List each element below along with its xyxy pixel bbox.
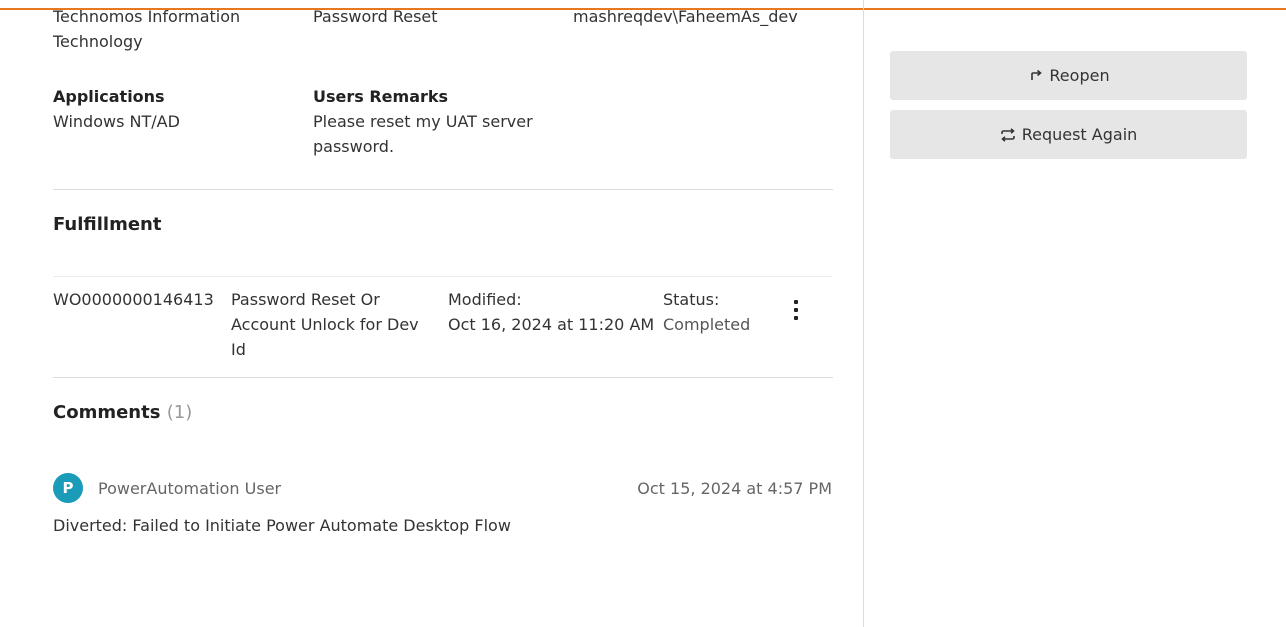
work-order-name: Password Reset Or Account Unlock for Dev… <box>231 290 419 359</box>
remarks-label: Users Remarks <box>313 87 449 106</box>
reopen-arrow-icon <box>1027 69 1043 83</box>
fulfillment-title: Fulfillment <box>53 214 162 235</box>
status-field: Status: Completed <box>663 287 773 337</box>
comments-title-row: Comments (1) <box>53 401 192 425</box>
comment-author: PowerAutomation User <box>98 479 282 498</box>
divider <box>53 377 833 378</box>
comments-count: (1) <box>166 402 193 423</box>
divider <box>53 189 833 190</box>
user-id-value: mashreqdev\FaheemAs_dev <box>573 7 798 26</box>
company-value: Technomos Information Technology <box>53 7 241 51</box>
remarks-value: Please reset my UAT server password. <box>313 112 533 156</box>
user-id-field: mashreqdev\FaheemAs_dev <box>573 4 843 29</box>
reopen-button[interactable]: Reopen <box>890 51 1247 100</box>
comment-timestamp: Oct 15, 2024 at 4:57 PM <box>637 479 832 498</box>
comments-title: Comments <box>53 402 161 423</box>
service-value: Password Reset <box>313 7 438 26</box>
applications-value: Windows NT/AD <box>53 112 180 131</box>
modified-field: Modified: Oct 16, 2024 at 11:20 AM <box>448 287 658 337</box>
applications-label: Applications <box>53 87 165 106</box>
remarks-field: Users Remarks Please reset my UAT server… <box>313 84 553 159</box>
request-details-panel: Technomos Information Technology Passwor… <box>0 0 864 627</box>
actions-panel: Reopen Request Again <box>865 0 1286 627</box>
comment-text: Diverted: Failed to Initiate Power Autom… <box>53 516 511 535</box>
service-field: Password Reset <box>313 4 553 29</box>
applications-field: Applications Windows NT/AD <box>53 84 293 134</box>
request-again-label: Request Again <box>1021 125 1138 144</box>
company-field: Technomos Information Technology <box>53 4 283 54</box>
work-order-id: WO0000000146413 <box>53 290 214 309</box>
request-again-button[interactable]: Request Again <box>890 110 1247 159</box>
modified-label: Modified: <box>448 290 522 309</box>
modified-value: Oct 16, 2024 at 11:20 AM <box>448 315 655 334</box>
avatar: P <box>53 473 83 503</box>
more-options-icon[interactable] <box>786 296 806 324</box>
divider <box>53 276 832 277</box>
repeat-icon <box>1000 127 1016 142</box>
reopen-label: Reopen <box>1049 66 1110 85</box>
status-value: Completed <box>663 315 751 334</box>
status-label: Status: <box>663 290 720 309</box>
